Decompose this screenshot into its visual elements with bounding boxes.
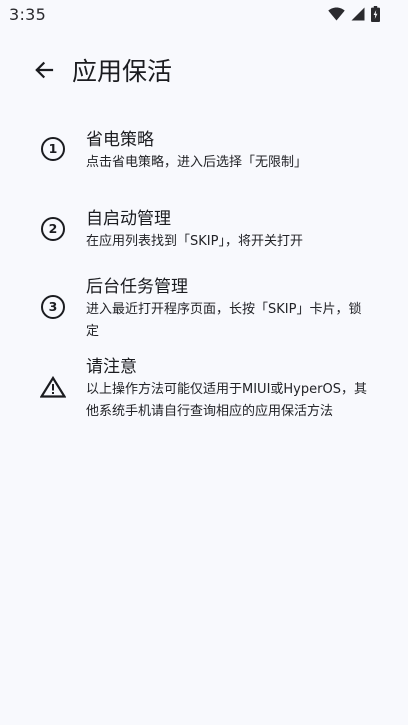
item-title: 后台任务管理 [86, 277, 188, 297]
item-description: 进入最近打开程序页面，长按「SKIP」卡片，锁定 [86, 302, 362, 339]
cellular-signal-icon [351, 7, 365, 21]
number-1-icon: 1 [39, 135, 67, 163]
number-2-icon: 2 [39, 215, 67, 243]
battery-charging-icon [371, 6, 380, 22]
status-time: 3:35 [9, 5, 47, 24]
arrow-back-icon [34, 60, 54, 84]
number-3-icon: 3 [39, 293, 67, 321]
notice-section: 请注意 以上操作方法可能仅适用于MIUI或HyperOS，其他系统手机请自行查询… [0, 355, 408, 423]
wifi-icon [328, 7, 345, 21]
list-item-background-tasks[interactable]: 3 后台任务管理 进入最近打开程序页面，长按「SKIP」卡片，锁定 [0, 275, 408, 345]
warning-icon [39, 373, 67, 401]
item-title: 省电策略 [86, 130, 154, 150]
list-item-autostart[interactable]: 2 自启动管理 在应用列表找到「SKIP」，将开关打开 [0, 207, 408, 255]
back-button[interactable] [26, 54, 62, 90]
item-description: 点击省电策略，进入后选择「无限制」 [86, 155, 308, 170]
app-bar: 应用保活 [0, 48, 408, 96]
item-title: 自启动管理 [86, 209, 171, 229]
list-item-power-saving[interactable]: 1 省电策略 点击省电策略，进入后选择「无限制」 [0, 128, 408, 176]
status-icons [328, 6, 380, 22]
page-title: 应用保活 [72, 57, 173, 86]
item-description: 在应用列表找到「SKIP」，将开关打开 [86, 234, 303, 249]
item-description: 以上操作方法可能仅适用于MIUI或HyperOS，其他系统手机请自行查询相应的应… [86, 382, 367, 419]
item-title: 请注意 [86, 357, 137, 377]
status-bar: 3:35 [0, 0, 408, 28]
